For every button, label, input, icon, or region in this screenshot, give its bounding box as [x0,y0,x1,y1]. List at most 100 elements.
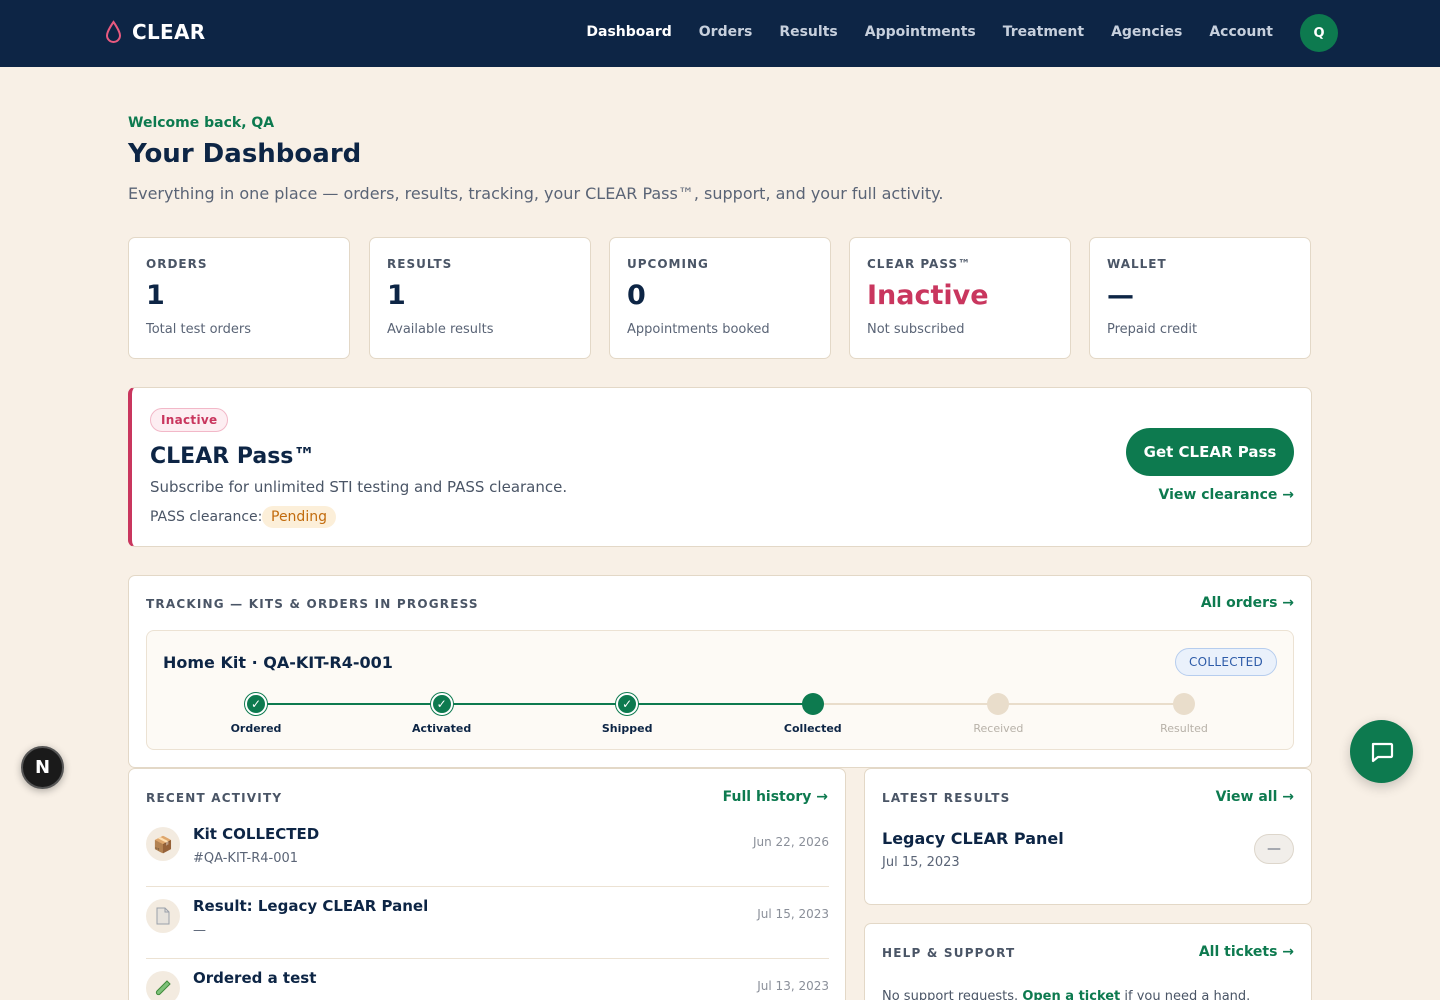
progress-step-received: Received [938,693,1058,735]
tracking-card: TRACKING — KITS & ORDERS IN PROGRESS All… [128,575,1312,768]
progress-step-collected: Collected [753,693,873,735]
activity-sub: — [193,923,206,938]
stat-card-wallet[interactable]: WALLET — Prepaid credit [1089,237,1311,359]
nav-link-agencies[interactable]: Agencies [1111,24,1182,40]
progress-step-ordered: ✓ Ordered [196,693,316,735]
result-status-badge: — [1254,834,1294,864]
step-dot [801,693,824,715]
stat-label: UPCOMING [627,257,709,271]
results-label: LATEST RESULTS [882,791,1011,805]
chat-icon [1371,742,1393,762]
stat-label: CLEAR PASS™ [867,257,972,271]
stat-sub: Total test orders [146,322,252,337]
activity-label: RECENT ACTIVITY [146,791,283,805]
activity-title: Ordered a test [193,969,317,987]
top-navbar: CLEAR Dashboard Orders Results Appointme… [0,0,1440,67]
step-dot [987,693,1010,715]
pass-title: CLEAR Pass™ [150,444,316,469]
stat-sub: Appointments booked [627,322,770,337]
document-icon [146,899,180,933]
open-ticket-link[interactable]: Open a ticket [1022,989,1120,1000]
view-clearance-link[interactable]: View clearance → [1159,487,1294,503]
activity-title: Kit COLLECTED [193,825,320,843]
nav-links: Dashboard Orders Results Appointments Tr… [586,24,1273,40]
progress-step-activated: ✓ Activated [382,693,502,735]
check-icon: ✓ [616,693,639,715]
nav-link-results[interactable]: Results [779,24,837,40]
tracking-label: TRACKING — KITS & ORDERS IN PROGRESS [146,597,479,611]
stat-card-upcoming[interactable]: UPCOMING 0 Appointments booked [609,237,831,359]
activity-item[interactable]: Result: Legacy CLEAR Panel — Jul 15, 202… [146,887,829,959]
help-text-after: if you need a hand. [1120,989,1251,1000]
nav-link-account[interactable]: Account [1209,24,1273,40]
stat-card-clear-pass[interactable]: CLEAR PASS™ Inactive Not subscribed [849,237,1071,359]
all-orders-link[interactable]: All orders → [1201,595,1294,611]
result-name[interactable]: Legacy CLEAR Panel [882,829,1064,848]
pass-clearance-label: PASS clearance: [150,509,263,525]
stat-value: 1 [146,280,165,311]
user-avatar[interactable]: Q [1300,14,1338,52]
step-dot [1173,693,1195,715]
kit-title: Home Kit · QA-KIT-R4-001 [163,653,393,672]
help-label: HELP & SUPPORT [882,946,1016,960]
stat-label: ORDERS [146,257,208,271]
pass-clearance-badge: Pending [262,506,336,528]
full-history-link[interactable]: Full history → [723,789,828,805]
progress-step-shipped: ✓ Shipped [567,693,687,735]
all-tickets-link[interactable]: All tickets → [1199,944,1294,960]
activity-title: Result: Legacy CLEAR Panel [193,897,429,915]
welcome-text: Welcome back, QA [128,115,275,131]
stat-value: — [1107,280,1134,311]
drop-icon [105,20,122,43]
clear-pass-card: Inactive CLEAR Pass™ Subscribe for unlim… [128,387,1312,547]
nav-link-dashboard[interactable]: Dashboard [586,24,671,40]
nav-link-orders[interactable]: Orders [699,24,753,40]
pass-status-badge: Inactive [150,408,229,432]
check-icon: ✓ [245,693,267,715]
nav-link-treatment[interactable]: Treatment [1003,24,1084,40]
stat-value: 1 [387,280,406,311]
step-label: Resulted [1160,722,1208,735]
stat-value: Inactive [867,280,989,311]
help-support-card: HELP & SUPPORT All tickets → No support … [864,923,1312,1000]
result-date: Jul 15, 2023 [882,855,960,870]
stat-card-orders[interactable]: ORDERS 1 Total test orders [128,237,350,359]
help-text-before: No support requests. [882,989,1023,1000]
get-clear-pass-button[interactable]: Get CLEAR Pass [1126,428,1294,476]
activity-date: Jun 22, 2026 [752,835,829,849]
stat-label: WALLET [1107,257,1167,271]
stat-sub: Available results [387,322,494,337]
progress-step-resulted: Resulted [1124,693,1244,735]
stat-sub: Prepaid credit [1107,322,1198,337]
activity-item[interactable]: Ordered a test Jul 13, 2023 [146,959,829,1000]
page-title: Your Dashboard [128,139,362,169]
activity-sub: #QA-KIT-R4-001 [193,851,299,866]
stat-value: 0 [627,280,646,311]
activity-date: Jul 13, 2023 [757,979,829,993]
step-label: Received [973,722,1024,735]
activity-item[interactable]: 📦 Kit COLLECTED #QA-KIT-R4-001 Jun 22, 2… [146,815,829,887]
stat-sub: Not subscribed [867,322,965,337]
stat-card-results[interactable]: RESULTS 1 Available results [369,237,591,359]
activity-date: Jul 15, 2023 [757,907,829,921]
step-label: Ordered [230,722,282,735]
page-subtitle: Everything in one place — orders, result… [128,184,944,203]
pass-description: Subscribe for unlimited STI testing and … [150,478,568,496]
nav-link-appointments[interactable]: Appointments [865,24,976,40]
dev-tools-button[interactable]: N [21,746,64,789]
check-icon: ✓ [430,693,453,715]
package-icon: 📦 [146,827,180,861]
help-text: No support requests. Open a ticket if yo… [882,989,1250,1000]
progress-fill [256,703,813,705]
chat-button[interactable] [1350,720,1413,783]
brand-name: CLEAR [132,20,206,44]
step-label: Shipped [601,722,653,735]
kit-tracker[interactable]: Home Kit · QA-KIT-R4-001 COLLECTED ✓ Orde… [146,630,1294,750]
view-all-results-link[interactable]: View all → [1216,789,1294,805]
stat-label: RESULTS [387,257,453,271]
step-label: Activated [411,722,472,735]
kit-status-badge: COLLECTED [1174,648,1277,676]
step-label: Collected [783,722,842,735]
latest-results-card: LATEST RESULTS View all → Legacy CLEAR P… [864,768,1312,905]
brand-logo[interactable]: CLEAR [105,20,205,44]
